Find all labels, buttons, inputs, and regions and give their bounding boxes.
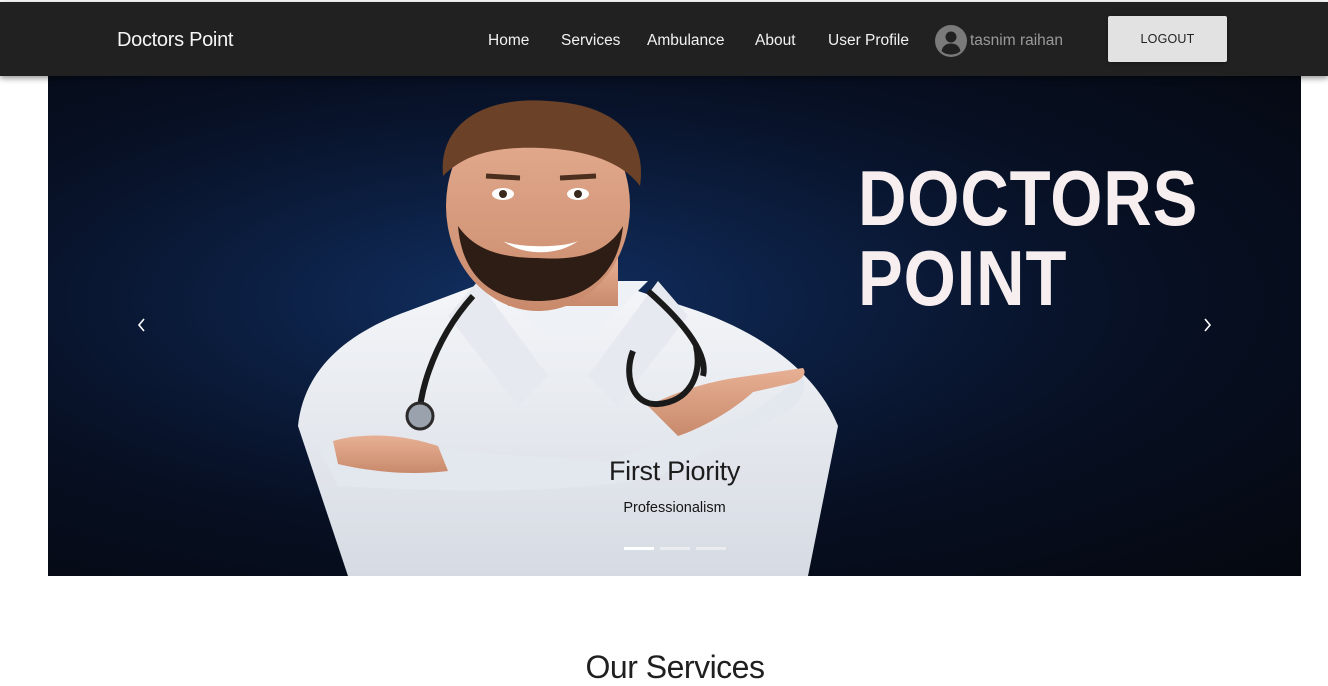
hero-logo: DOCTORS POINT — [858, 158, 1198, 318]
carousel-indicator-2[interactable] — [660, 547, 690, 550]
hero-carousel: DOCTORS POINT First Piority Professional… — [48, 76, 1301, 576]
logout-button[interactable]: LOGOUT — [1108, 16, 1227, 62]
top-navbar: Doctors Point Home Services Ambulance Ab… — [0, 2, 1328, 76]
nav-link-ambulance[interactable]: Ambulance — [647, 32, 725, 50]
nav-link-services[interactable]: Services — [561, 32, 620, 50]
chevron-right-icon — [1202, 315, 1212, 338]
chevron-left-icon — [137, 315, 147, 338]
carousel-next-button[interactable] — [1192, 311, 1222, 341]
carousel-caption-title: First Piority — [608, 456, 741, 486]
nav-link-about[interactable]: About — [755, 32, 796, 50]
hero-logo-line-2: POINT — [858, 234, 1068, 322]
carousel-prev-button[interactable] — [127, 311, 157, 341]
brand-link[interactable]: Doctors Point — [117, 29, 233, 52]
nav-link-home[interactable]: Home — [488, 32, 529, 50]
hero-logo-line-1: DOCTORS — [858, 154, 1199, 242]
user-avatar-icon — [935, 25, 967, 57]
carousel-indicator-3[interactable] — [696, 547, 726, 550]
nav-link-user-profile[interactable]: User Profile — [828, 32, 909, 50]
carousel-indicator-1[interactable] — [624, 547, 654, 550]
services-section-title: Our Services — [585, 648, 765, 685]
user-account[interactable]: tasnim raihan — [935, 25, 1063, 57]
carousel-indicators — [624, 547, 726, 550]
carousel-caption-subtitle: Professionalism — [623, 500, 726, 516]
user-name: tasnim raihan — [970, 32, 1064, 49]
